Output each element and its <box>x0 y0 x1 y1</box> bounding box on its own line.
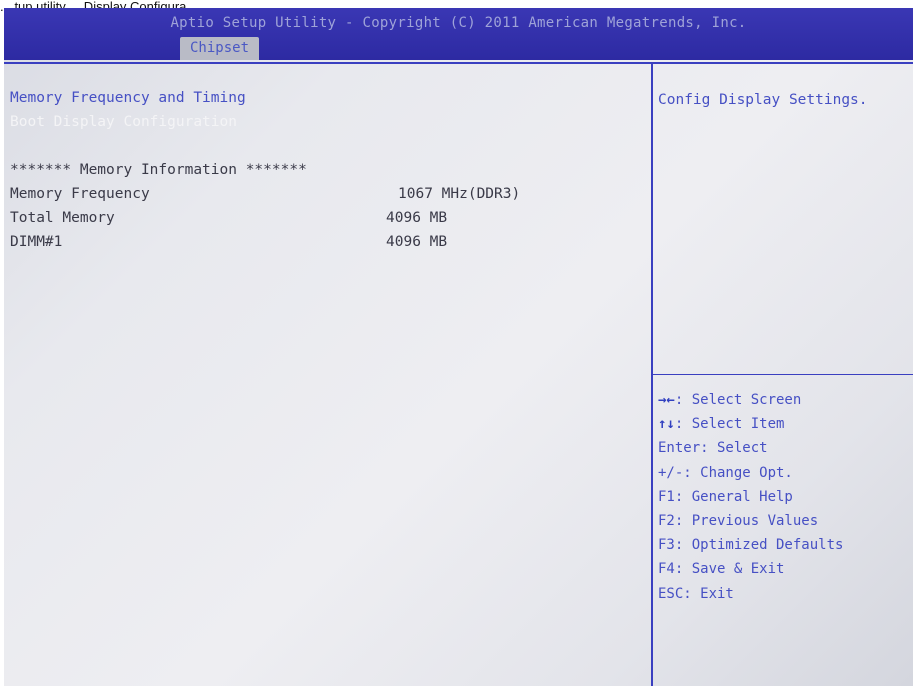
legend-optimized-defaults: F3: Optimized Defaults <box>658 537 844 554</box>
bios-screen: Aptio Setup Utility - Copyright (C) 2011… <box>4 8 913 686</box>
tab-chipset[interactable]: Chipset <box>180 37 260 60</box>
menu-item-memory-frequency-timing[interactable]: Memory Frequency and Timing <box>10 86 640 110</box>
pane-divider <box>651 64 653 686</box>
info-value: 4096 MB <box>386 234 448 250</box>
help-text: Config Display Settings. <box>658 92 868 108</box>
legend-select-screen: →←: Select Screen <box>658 388 908 412</box>
frame-top-line <box>4 62 913 64</box>
legend-esc-exit: ESC: Exit <box>658 585 734 602</box>
legend-change-opt: +/-: Change Opt. <box>658 464 793 481</box>
section-heading: ******* Memory Information ******* <box>10 162 307 178</box>
legend-general-help: F1: General Help <box>658 488 793 505</box>
info-label: Total Memory <box>10 210 115 226</box>
info-row-dimm1: DIMM#1 4096 MB <box>10 230 640 254</box>
up-down-arrows-icon: ↑↓ <box>658 416 675 433</box>
key-legend: →←: Select Screen ↑↓: Select Item Enter:… <box>658 388 908 606</box>
menu-item-boot-display-configuration[interactable]: Boot Display Configuration <box>10 110 640 134</box>
legend-save-exit: F4: Save & Exit <box>658 561 785 578</box>
left-right-arrows-icon: →← <box>658 392 675 408</box>
title-bar: Aptio Setup Utility - Copyright (C) 2011… <box>4 8 913 60</box>
help-divider <box>653 374 913 375</box>
info-row-memory-frequency: Memory Frequency 1067 MHz(DDR3) <box>10 182 640 206</box>
info-value: 1067 MHz(DDR3) <box>398 186 521 202</box>
legend-desc: : Select Screen <box>674 392 802 408</box>
info-label: DIMM#1 <box>10 234 63 250</box>
legend-desc: : Select Item <box>674 416 785 433</box>
legend-enter: Enter: Select <box>658 440 768 457</box>
legend-select-item: ↑↓: Select Item <box>658 412 908 436</box>
settings-pane: Memory Frequency and Timing Boot Display… <box>10 86 640 254</box>
info-value: 4096 MB <box>386 210 448 226</box>
info-row-total-memory: Total Memory 4096 MB <box>10 206 640 230</box>
legend-previous-values: F2: Previous Values <box>658 513 819 530</box>
app-title: Aptio Setup Utility - Copyright (C) 2011… <box>170 15 747 31</box>
info-label: Memory Frequency <box>10 186 150 202</box>
